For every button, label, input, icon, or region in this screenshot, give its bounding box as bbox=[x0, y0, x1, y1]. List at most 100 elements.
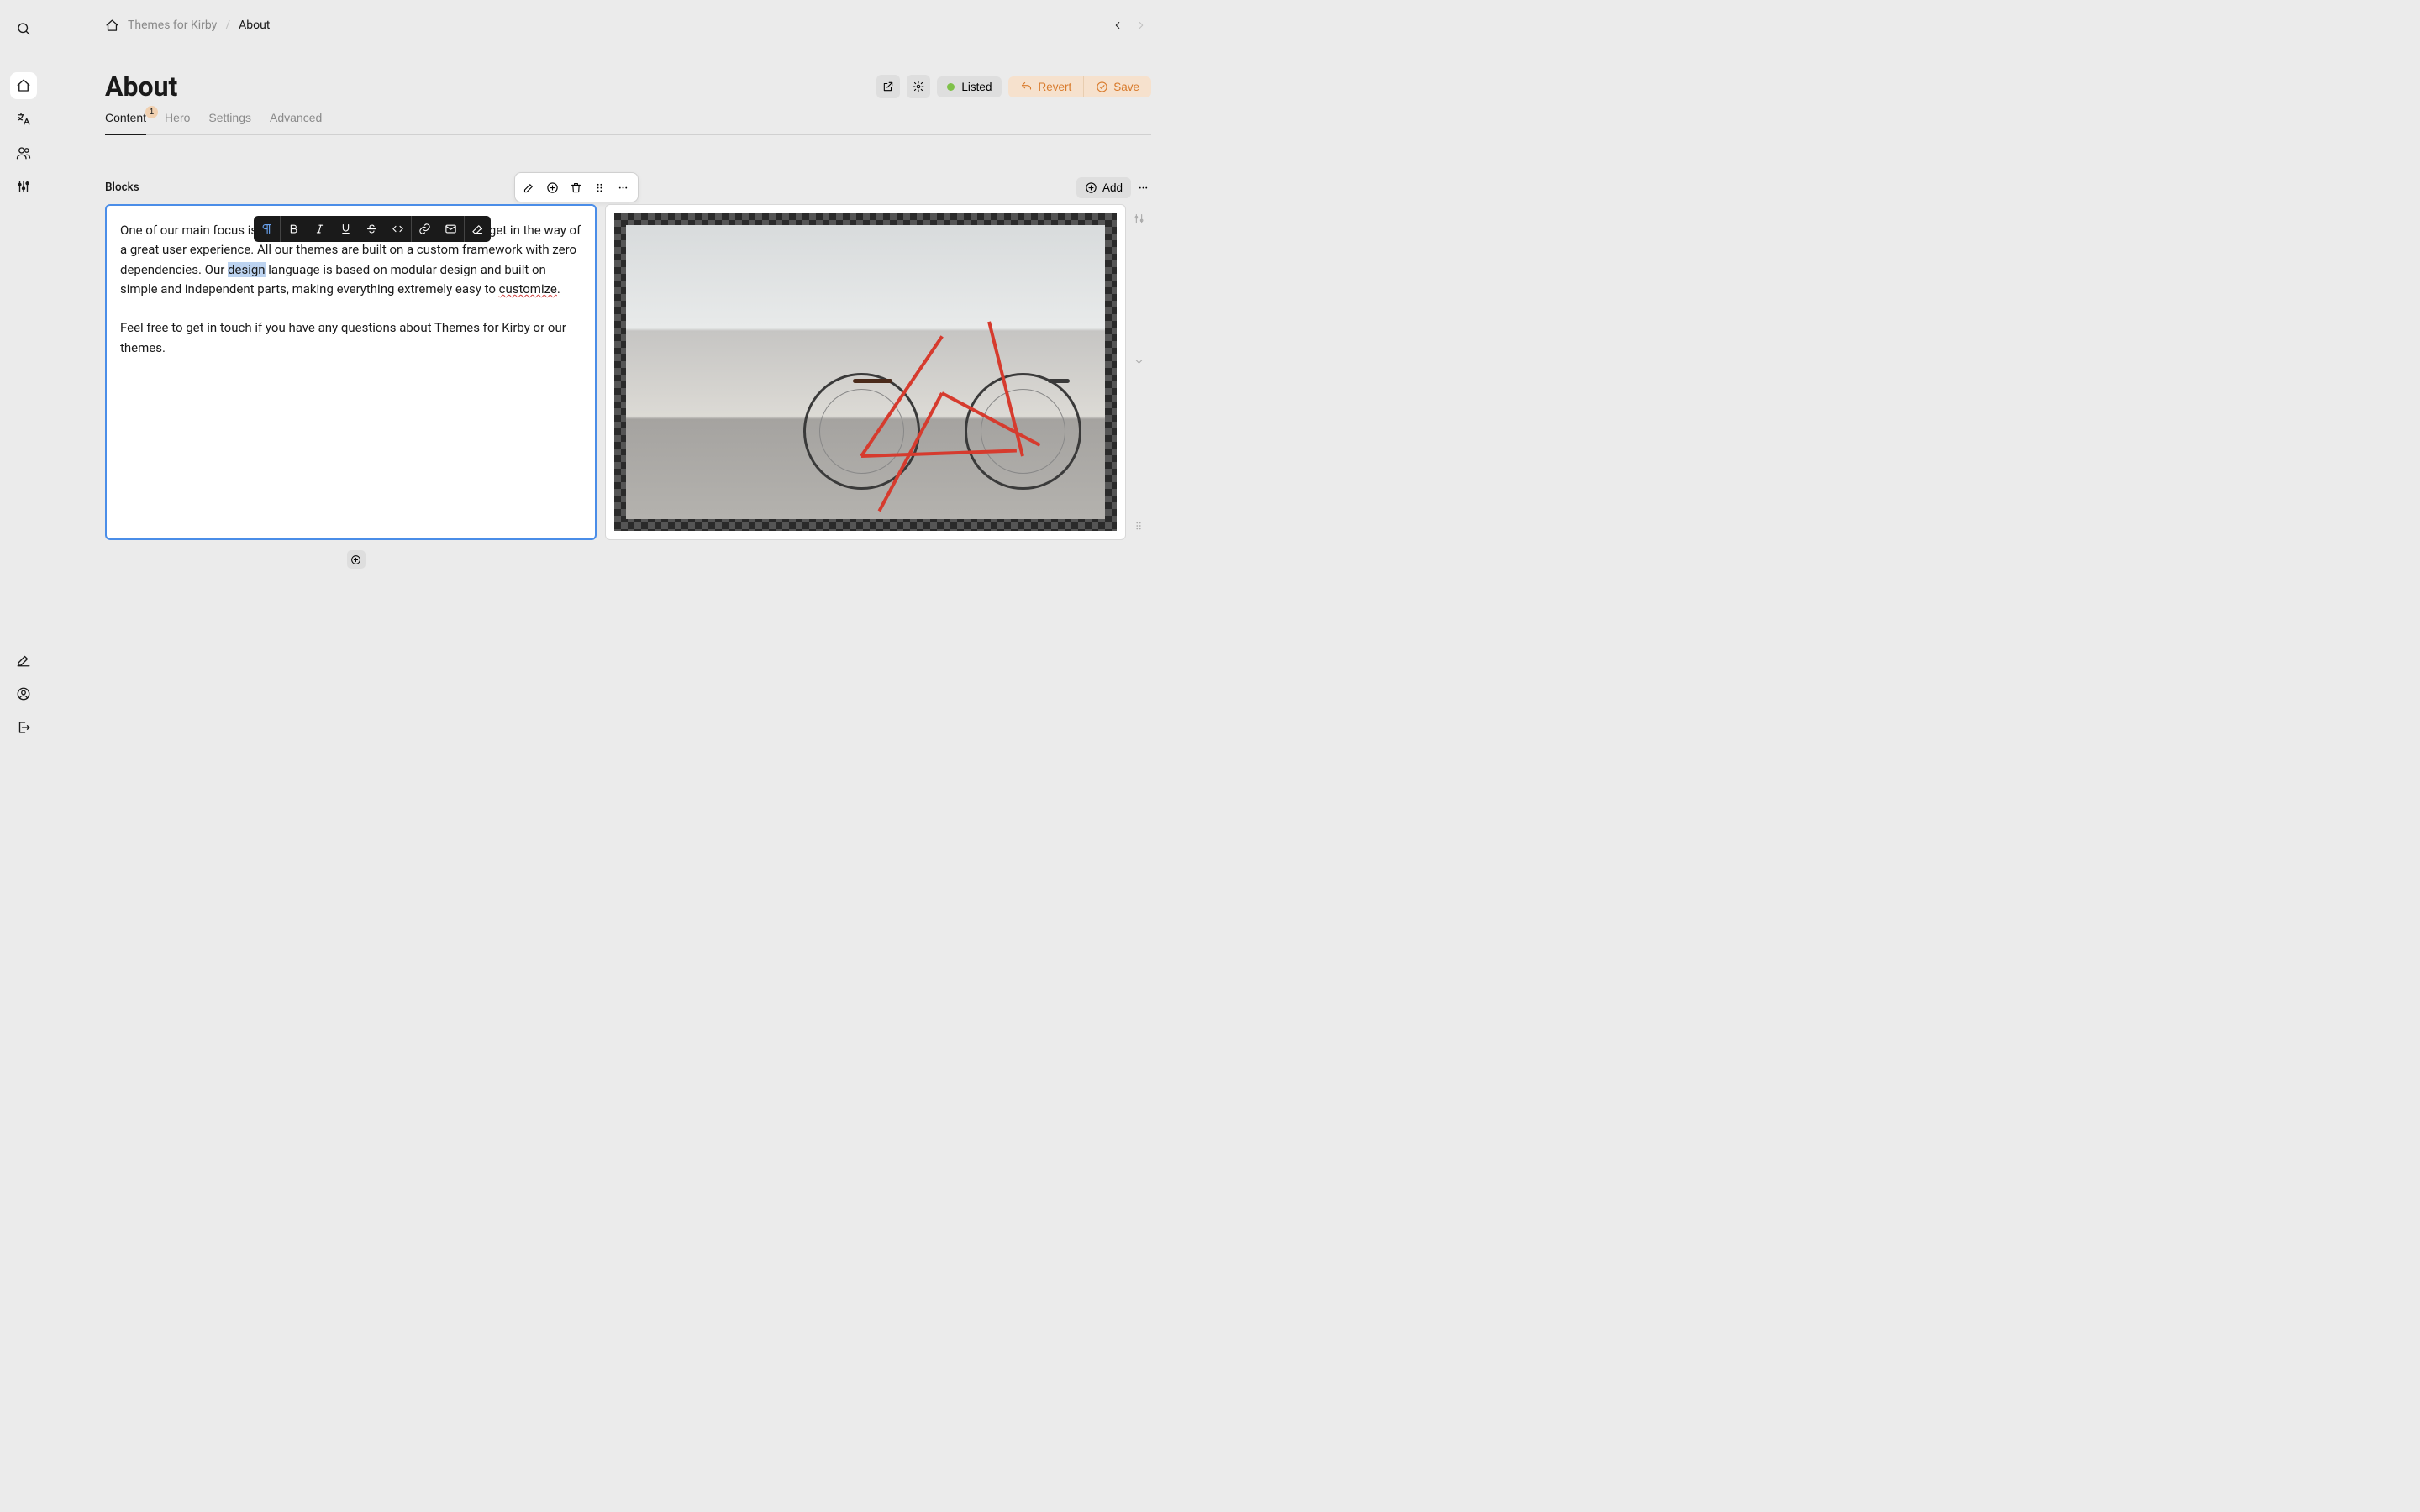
page-header: About Listed Revert bbox=[105, 71, 1151, 102]
selected-text: design bbox=[228, 262, 266, 277]
text-block[interactable]: One of our main focus is performance. We… bbox=[105, 204, 597, 540]
nav-edit[interactable] bbox=[10, 647, 37, 674]
chevron-right-icon bbox=[1135, 19, 1147, 31]
spellcheck-word: customize bbox=[499, 281, 557, 297]
block-edit-button[interactable] bbox=[518, 176, 541, 199]
nav-system[interactable] bbox=[10, 173, 37, 200]
format-bold-button[interactable] bbox=[281, 216, 307, 242]
tab-badge: 1 bbox=[145, 106, 158, 118]
page-title: About bbox=[105, 71, 177, 102]
dots-icon bbox=[1137, 181, 1150, 194]
chevron-down-icon bbox=[1134, 356, 1144, 367]
trash-icon bbox=[570, 181, 582, 194]
breadcrumb-parent[interactable]: Themes for Kirby bbox=[128, 18, 217, 32]
search-button[interactable] bbox=[10, 15, 37, 42]
breadcrumb-separator: / bbox=[225, 18, 230, 32]
blocks-header: Blocks Add bbox=[105, 176, 1151, 199]
next-page-button[interactable] bbox=[1131, 15, 1151, 35]
drag-icon bbox=[593, 181, 606, 194]
blocks-label: Blocks bbox=[105, 181, 139, 194]
block-add-button[interactable] bbox=[541, 176, 565, 199]
blocks-row: One of our main focus is performance. We… bbox=[105, 204, 1151, 540]
logout-icon bbox=[16, 720, 31, 735]
sliders-icon bbox=[16, 179, 31, 194]
check-circle-icon bbox=[1096, 81, 1108, 93]
status-dot-icon bbox=[947, 83, 955, 91]
nav-languages[interactable] bbox=[10, 106, 37, 133]
format-clear-button[interactable] bbox=[465, 216, 491, 242]
add-block-button[interactable]: Add bbox=[1076, 177, 1131, 198]
page-status-button[interactable]: Listed bbox=[937, 76, 1002, 97]
text-link[interactable]: get in touch bbox=[186, 320, 251, 335]
pencil-icon bbox=[16, 653, 31, 668]
plus-circle-icon bbox=[1085, 181, 1097, 194]
blocks-more-button[interactable] bbox=[1134, 176, 1151, 199]
strikethrough-icon bbox=[366, 223, 378, 235]
format-italic-button[interactable] bbox=[307, 216, 333, 242]
text-paragraph-2: Feel free to get in touch if you have an… bbox=[120, 318, 581, 358]
block-drag-handle[interactable] bbox=[588, 176, 612, 199]
sidebar bbox=[0, 0, 46, 756]
breadcrumb-current: About bbox=[239, 18, 270, 32]
status-label: Listed bbox=[961, 81, 992, 93]
format-paragraph-button[interactable] bbox=[254, 216, 280, 242]
italic-icon bbox=[313, 223, 326, 235]
format-email-button[interactable] bbox=[438, 216, 464, 242]
sliders-icon bbox=[1133, 213, 1145, 225]
plus-circle-icon bbox=[546, 181, 559, 194]
prev-page-button[interactable] bbox=[1107, 15, 1128, 35]
pencil-icon bbox=[523, 181, 535, 194]
undo-icon bbox=[1020, 81, 1033, 93]
paragraph-icon bbox=[260, 223, 273, 235]
underline-icon bbox=[339, 223, 352, 235]
external-link-icon bbox=[882, 81, 894, 92]
block-delete-button[interactable] bbox=[565, 176, 588, 199]
bold-icon bbox=[287, 223, 300, 235]
block-more-button[interactable] bbox=[612, 176, 635, 199]
plus-circle-icon bbox=[350, 554, 361, 565]
gear-icon bbox=[913, 81, 924, 92]
nav-site[interactable] bbox=[10, 72, 37, 99]
layout-handles bbox=[1126, 204, 1151, 540]
dots-icon bbox=[617, 181, 629, 194]
layout-collapse-button[interactable] bbox=[1129, 352, 1148, 370]
nav-logout[interactable] bbox=[10, 714, 37, 741]
open-preview-button[interactable] bbox=[876, 75, 900, 98]
page-settings-button[interactable] bbox=[907, 75, 930, 98]
bicycle-illustration bbox=[803, 337, 1081, 490]
tabs: Content 1 Hero Settings Advanced bbox=[105, 111, 1151, 135]
revert-button[interactable]: Revert bbox=[1008, 76, 1083, 97]
search-icon bbox=[16, 21, 31, 36]
image-block[interactable] bbox=[605, 204, 1126, 540]
format-underline-button[interactable] bbox=[333, 216, 359, 242]
tab-settings[interactable]: Settings bbox=[208, 111, 251, 134]
format-link-button[interactable] bbox=[412, 216, 438, 242]
chevron-left-icon bbox=[1112, 19, 1123, 31]
text-format-toolbar bbox=[254, 216, 491, 242]
topbar: Themes for Kirby / About bbox=[105, 15, 1151, 35]
nav-users[interactable] bbox=[10, 139, 37, 166]
format-strike-button[interactable] bbox=[359, 216, 385, 242]
users-icon bbox=[16, 145, 31, 160]
home-icon bbox=[105, 18, 119, 33]
home-icon bbox=[16, 78, 31, 93]
nav-account[interactable] bbox=[10, 680, 37, 707]
account-icon bbox=[16, 686, 31, 701]
link-icon bbox=[418, 223, 431, 235]
eraser-icon bbox=[471, 223, 484, 235]
layout-drag-handle[interactable] bbox=[1129, 517, 1148, 535]
add-block-below-button[interactable] bbox=[347, 550, 366, 569]
image-checker-bg bbox=[614, 213, 1117, 531]
block-toolbar bbox=[514, 172, 639, 202]
format-code-button[interactable] bbox=[385, 216, 411, 242]
tab-hero[interactable]: Hero bbox=[165, 111, 190, 134]
image-content bbox=[626, 225, 1105, 519]
tab-content[interactable]: Content 1 bbox=[105, 111, 146, 134]
mail-icon bbox=[445, 223, 457, 235]
drag-icon bbox=[1133, 520, 1144, 532]
translate-icon bbox=[16, 112, 31, 127]
layout-settings-button[interactable] bbox=[1129, 209, 1148, 228]
save-button[interactable]: Save bbox=[1083, 76, 1151, 97]
tab-advanced[interactable]: Advanced bbox=[270, 111, 322, 134]
breadcrumb: Themes for Kirby / About bbox=[105, 18, 270, 33]
